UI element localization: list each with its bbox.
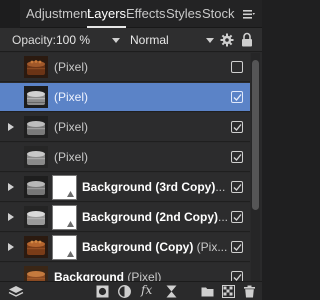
layer-thumbnail [24,176,48,198]
blend-mode-value: Normal [130,33,169,47]
layer-row[interactable]: Background (2nd Copy)... [0,203,250,232]
cake-thumbnail-icon [24,176,48,198]
visibility-checkbox[interactable] [231,211,243,223]
tab-effects[interactable]: Effects [126,5,166,23]
layer-thumbnail [24,236,48,258]
visibility-checkbox[interactable] [231,151,243,163]
layer-row[interactable]: (Pixel) [0,53,250,82]
visibility-checkbox[interactable] [231,271,243,281]
expand-arrow-icon[interactable] [8,213,14,221]
panel-tab-bar: Adjustment Layers Effects Styles Stock [0,0,262,28]
visibility-checkbox[interactable] [231,241,243,253]
hourglass-icon[interactable] [165,285,178,298]
gear-icon[interactable] [220,33,234,47]
checkmark-icon [233,214,242,221]
tab-bar-gutter [0,0,20,28]
layer-options-bar: Opacity: 100 % Normal [0,28,262,52]
cake-thumbnail-icon [24,56,48,78]
cake-thumbnail-icon [24,206,48,228]
checkmark-icon [233,124,242,131]
layer-name: (Pixel) [54,60,89,74]
layer-name: (Pixel) [54,120,89,134]
chevron-down-icon [206,38,214,43]
layer-row[interactable]: (Pixel) [0,113,250,142]
panel-menu-icon[interactable] [243,8,255,20]
cake-thumbnail-icon [24,116,48,138]
layer-mask-thumbnail[interactable] [52,175,77,200]
layer-row[interactable]: Background (Copy) (Pix... [0,233,250,262]
layers-stack-icon[interactable] [8,285,24,298]
trash-icon[interactable] [243,285,256,298]
layer-name: (Pixel) [54,150,89,164]
checkmark-icon [233,184,242,191]
layer-thumbnail [24,266,48,281]
tab-stock[interactable]: Stock [202,5,235,23]
cake-thumbnail-icon [24,86,48,108]
layer-row[interactable]: Background (3rd Copy)... [0,173,250,202]
layer-thumbnail [24,146,48,168]
layer-name: (Pixel) [54,90,89,104]
layer-name: Background (Copy) (Pix... [82,240,228,254]
adjustment-icon[interactable] [118,285,131,298]
layer-name: Background (Pixel) [54,270,162,281]
blend-mode-dropdown[interactable]: Normal [127,31,215,49]
opacity-dropdown[interactable]: 100 % [54,31,122,49]
opacity-value: 100 % [56,33,91,47]
layer-thumbnail [24,206,48,228]
layer-list: (Pixel) (Pixel) (Pixel) (Pixel) Backgrou… [0,53,262,281]
tab-layers[interactable]: Layers [87,5,127,28]
expand-arrow-icon[interactable] [8,183,14,191]
opacity-label: Opacity: [12,33,57,47]
tab-adjustment[interactable]: Adjustment [26,5,91,23]
checkmark-icon [233,274,242,281]
visibility-checkbox[interactable] [231,91,243,103]
scrollbar-thumb[interactable] [252,60,259,210]
expand-arrow-icon[interactable] [8,243,14,251]
layer-row[interactable]: Background (Pixel) [0,263,250,281]
fx-effects-button[interactable]: fx [141,283,152,297]
visibility-checkbox[interactable] [231,61,243,73]
layers-bottom-toolbar: fx [0,281,262,300]
layer-row[interactable]: (Pixel) [0,143,250,172]
layers-panel: Adjustment Layers Effects Styles Stock O… [0,0,262,300]
checkmark-icon [233,244,242,251]
checkmark-icon [233,94,242,101]
cake-thumbnail-icon [24,236,48,258]
layer-row[interactable]: (Pixel) [0,83,250,112]
cake-thumbnail-icon [24,146,48,168]
layer-thumbnail [24,56,48,78]
folder-icon[interactable] [201,285,214,298]
cake-thumbnail-icon [24,266,48,281]
pixel-layer-icon[interactable] [222,285,235,298]
expand-arrow-icon[interactable] [8,123,14,131]
layer-thumbnail [24,86,48,108]
lock-icon[interactable] [241,32,253,47]
chevron-down-icon [112,38,120,43]
tab-styles[interactable]: Styles [166,5,201,23]
layer-mask-thumbnail[interactable] [52,205,77,230]
layer-name: Background (2nd Copy)... [82,210,229,224]
mask-layer-icon[interactable] [96,285,109,298]
checkmark-icon [233,154,242,161]
layer-mask-thumbnail[interactable] [52,235,77,260]
layer-thumbnail [24,116,48,138]
visibility-checkbox[interactable] [231,121,243,133]
visibility-checkbox[interactable] [231,181,243,193]
layer-name: Background (3rd Copy)... [82,180,226,194]
